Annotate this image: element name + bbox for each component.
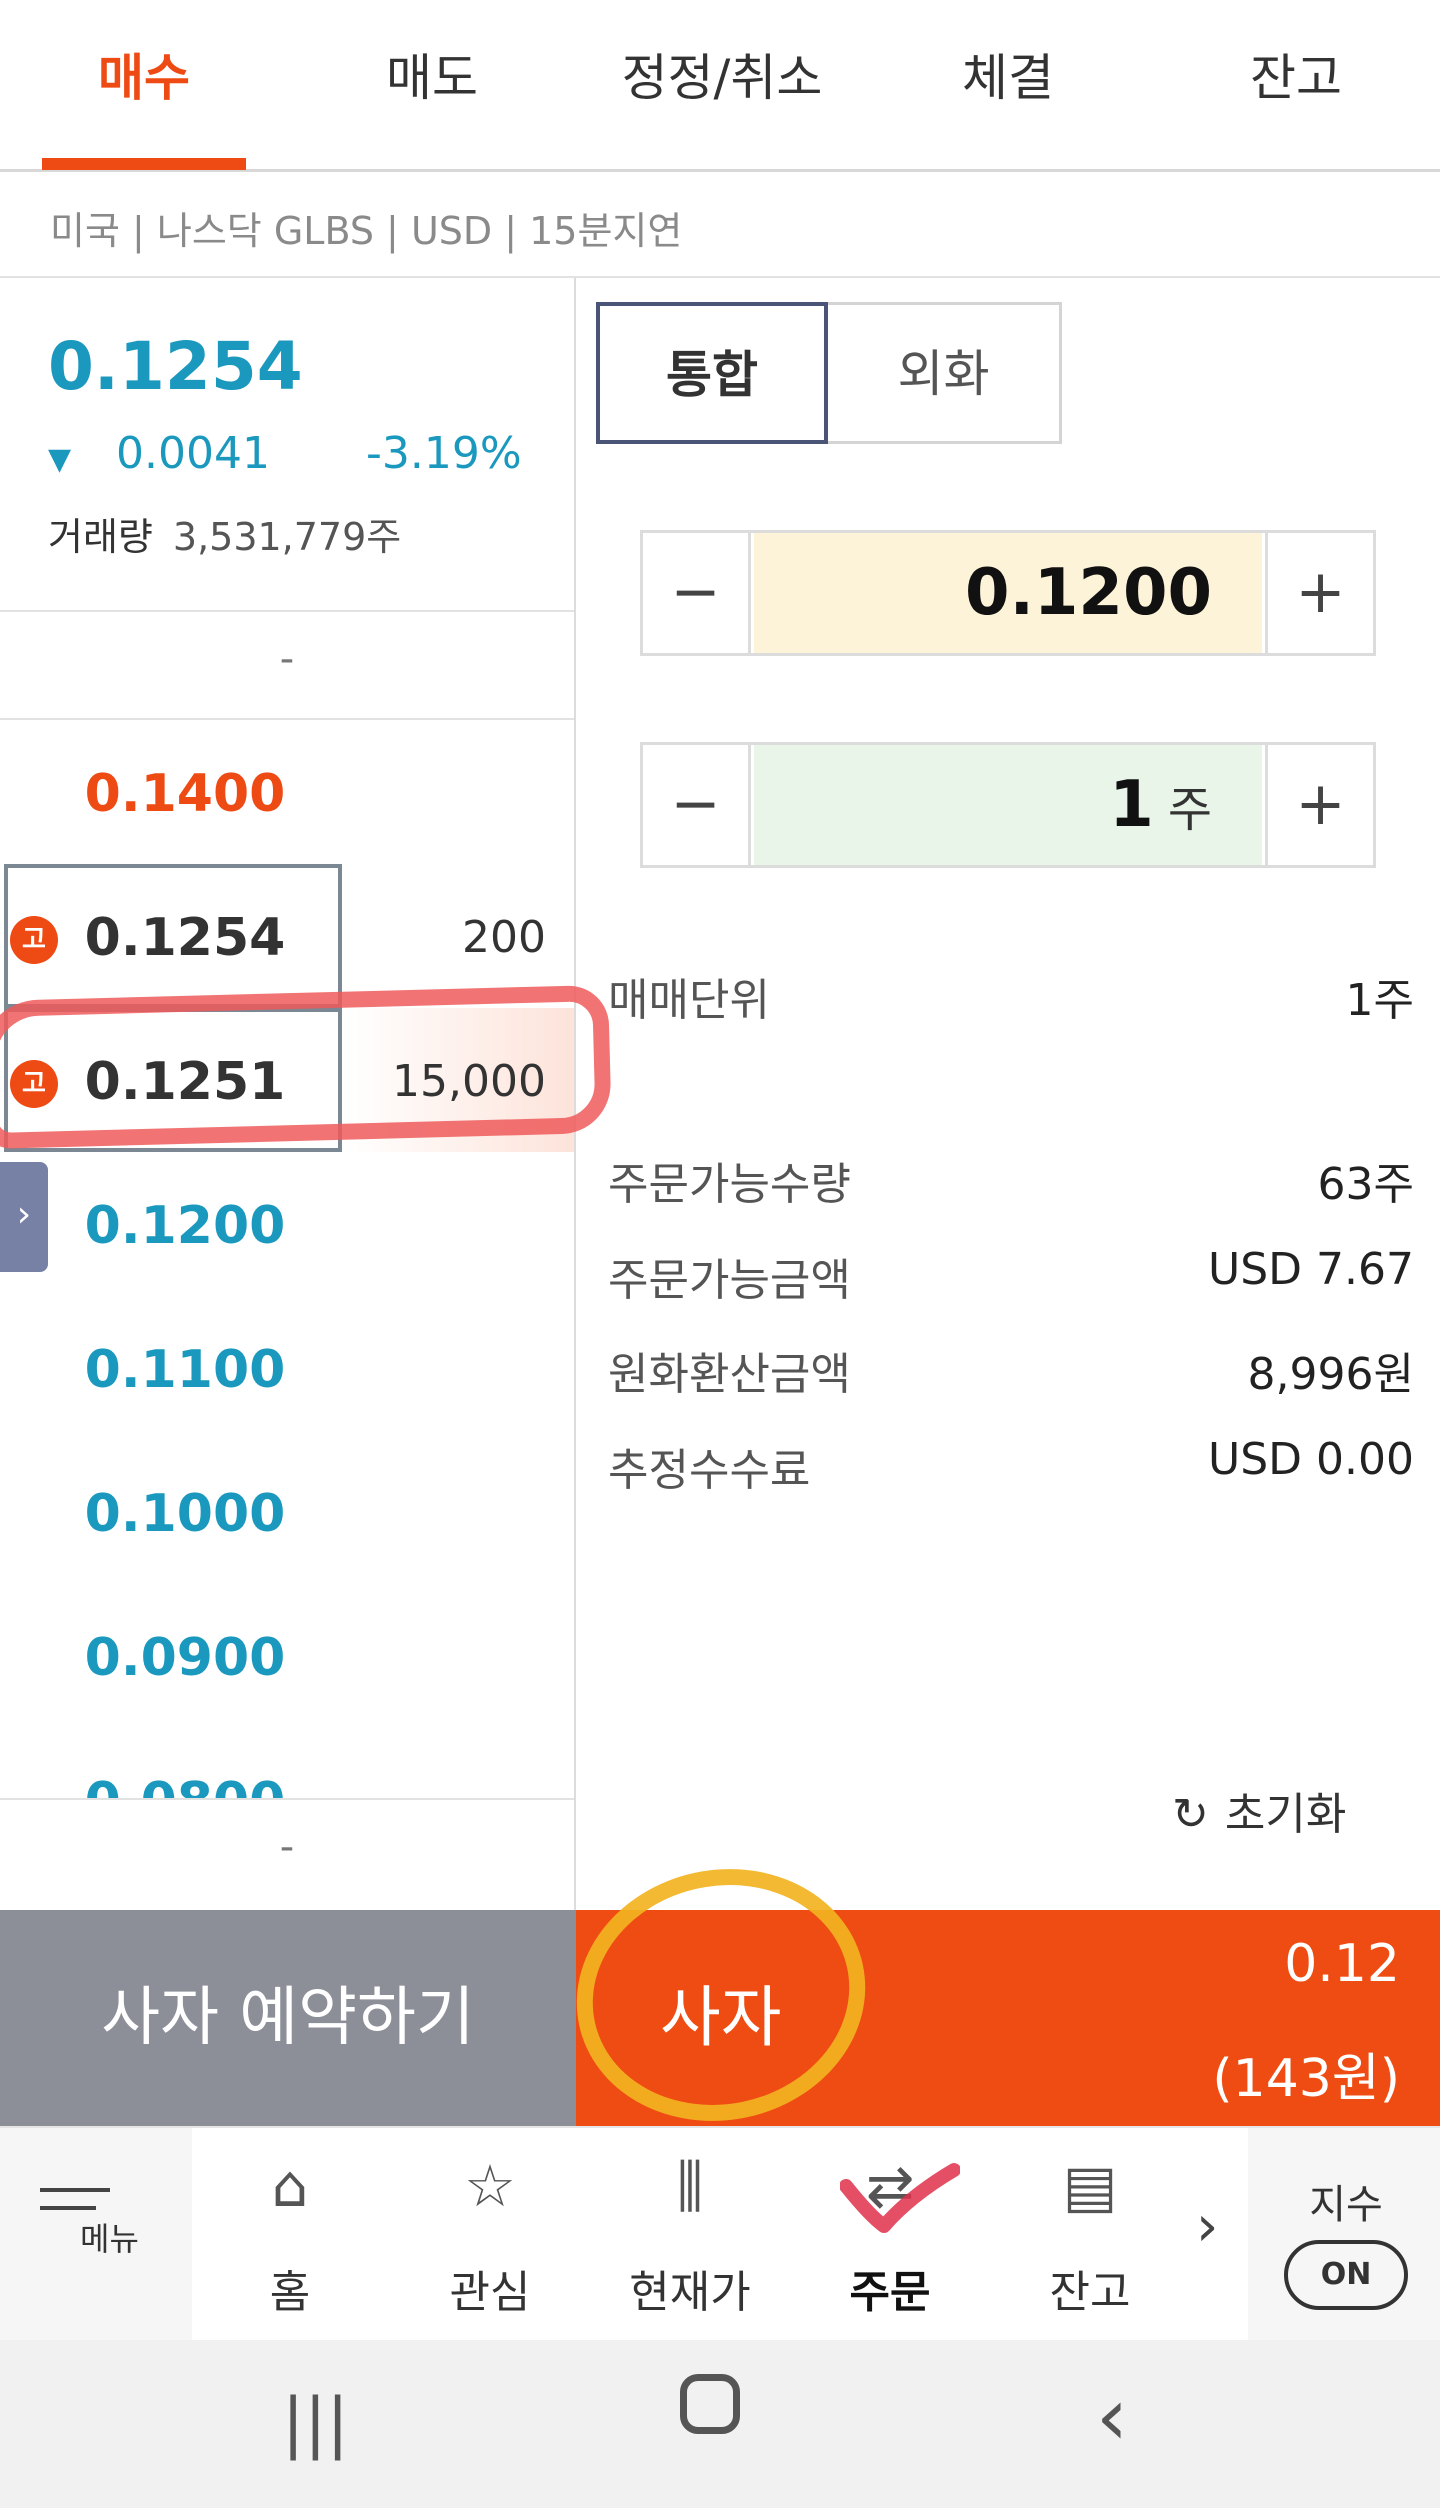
segment-foreign[interactable]: 외화	[828, 302, 1062, 444]
orderbook-row[interactable]: 고 0.1254 200	[0, 864, 574, 1008]
tab-buy[interactable]: 매수	[14, 38, 274, 110]
tab-modify-cancel[interactable]: 정정/취소	[590, 38, 854, 110]
orderable-amount-value: USD 7.67	[1208, 1244, 1414, 1295]
nav-quote-label: 현재가	[629, 2267, 751, 2318]
nav-balance-label: 잔고	[1049, 2267, 1131, 2318]
qty-unit: 주	[1167, 782, 1212, 838]
reserve-buy-button[interactable]: 사자 예약하기	[0, 1910, 576, 2126]
tab-balance[interactable]: 잔고	[1166, 38, 1426, 110]
orderbook-row[interactable]: 0.0900	[0, 1584, 574, 1728]
nav-balance[interactable]: ▤ 잔고	[990, 2128, 1190, 2342]
red-check-annotation	[840, 2163, 960, 2233]
star-icon: ☆	[464, 2152, 516, 2220]
red-highlight-annotation	[0, 984, 612, 1150]
reset-label: 초기화	[1224, 1789, 1347, 1840]
orderbook-price: 0.1200	[84, 1196, 286, 1256]
divider	[0, 1798, 574, 1800]
qty-value: 1	[1109, 768, 1154, 842]
orderbook-row[interactable]: 0.1000	[0, 1440, 574, 1584]
order-tabs: 매수 매도 정정/취소 체결 잔고	[0, 0, 1440, 172]
menu-label: 메뉴	[80, 2220, 139, 2258]
orderbook-row[interactable]: 0.1400	[0, 720, 574, 864]
buy-price: 0.12	[1284, 1934, 1400, 1994]
back-icon[interactable]: ‹	[1096, 2370, 1128, 2463]
volume-label: 거래량	[48, 515, 153, 559]
nav-home-label: 홈	[269, 2267, 311, 2318]
nav-order-label: 주문	[849, 2267, 931, 2318]
tab-executions[interactable]: 체결	[878, 38, 1138, 110]
index-toggle[interactable]: ON	[1284, 2240, 1408, 2310]
trade-unit-label: 매매단위	[608, 975, 770, 1026]
orderbook-price: 0.1400	[84, 764, 286, 824]
refresh-icon: ↻	[1172, 1789, 1209, 1840]
quantity-stepper: − 1주 +	[640, 742, 1376, 868]
fee-value: USD 0.00	[1208, 1434, 1414, 1485]
orderbook-row[interactable]: 0.1100	[0, 1296, 574, 1440]
price-change-percent: -3.19%	[366, 428, 522, 479]
candlestick-icon: ⫼	[676, 2152, 704, 2220]
current-price: 0.1254	[48, 328, 303, 405]
orderbook-price: 0.1254	[84, 908, 286, 968]
down-triangle-icon: ▼	[48, 442, 72, 477]
orderable-qty-label: 주문가능수량	[608, 1159, 851, 1210]
price-stepper: − 0.1200 +	[640, 530, 1376, 656]
orderable-amount-row: 주문가능금액 USD 7.67	[608, 1244, 1414, 1306]
orderbook-price: 0.0900	[84, 1628, 286, 1688]
nav-watchlist-label: 관심	[449, 2267, 531, 2318]
qty-input[interactable]: 1주	[754, 745, 1262, 865]
qty-plus-button[interactable]: +	[1265, 745, 1373, 865]
orderbook-row[interactable]: 0.1200	[0, 1152, 574, 1296]
nav-watchlist[interactable]: ☆ 관심	[390, 2128, 590, 2342]
tab-sell[interactable]: 매도	[302, 38, 562, 110]
menu-button[interactable]: 메뉴	[40, 2188, 150, 2260]
hamburger-icon	[40, 2188, 110, 2192]
active-tab-indicator	[42, 158, 246, 170]
orderbook-row[interactable]: 0.0800	[0, 1728, 574, 1798]
price-minus-button[interactable]: −	[643, 533, 751, 653]
krw-amount-row: 원화환산금액 8,996원	[608, 1338, 1414, 1400]
won-document-icon: ▤	[1062, 2152, 1118, 2220]
trade-unit-value: 1주	[1345, 975, 1414, 1026]
volume-value: 3,531,779주	[172, 515, 402, 559]
segment-integrated[interactable]: 통합	[596, 302, 828, 444]
qty-minus-button[interactable]: −	[643, 745, 751, 865]
recent-apps-icon[interactable]: |||	[282, 2384, 349, 2461]
buy-krw: (143원)	[1212, 2049, 1400, 2109]
expand-handle-icon[interactable]: ›	[0, 1162, 48, 1272]
divider	[0, 610, 574, 612]
price-change: 0.0041	[116, 428, 270, 479]
reset-button[interactable]: ↻ 초기화	[1172, 1778, 1346, 1842]
orderable-qty-row: 주문가능수량 63주	[608, 1148, 1414, 1210]
orderbook-price: 0.1000	[84, 1484, 286, 1544]
home-icon: ⌂	[271, 2152, 309, 2220]
fee-label: 추정수수료	[608, 1445, 811, 1496]
orderbook-price: 0.0800	[60, 1772, 310, 1798]
bottom-nav: 메뉴 ⌂ 홈 ☆ 관심 ⫼ 현재가 ⇄ 주문 ▤ 잔고 › 지수 ON	[0, 2126, 1440, 2342]
index-label: 지수	[1309, 2182, 1383, 2228]
price-input[interactable]: 0.1200	[754, 533, 1262, 653]
orderbook-qty: 200	[462, 912, 546, 963]
trade-unit-row: 매매단위 1주	[608, 964, 1414, 1026]
orderbook-price: 0.1100	[84, 1340, 286, 1400]
hamburger-icon-line	[40, 2206, 96, 2210]
orderable-amount-label: 주문가능금액	[608, 1255, 851, 1306]
chevron-right-icon[interactable]: ›	[1196, 2194, 1218, 2259]
volume: 거래량 3,531,779주	[48, 506, 401, 561]
krw-amount-label: 원화환산금액	[608, 1349, 851, 1400]
orderable-qty-value: 63주	[1317, 1159, 1414, 1210]
market-info: 미국 | 나스닥 GLBS | USD | 15분지연	[50, 209, 683, 253]
orderbook-top-dash: -	[279, 636, 295, 682]
nav-quote[interactable]: ⫼ 현재가	[590, 2128, 790, 2342]
krw-amount-value: 8,996원	[1247, 1349, 1414, 1400]
nav-home[interactable]: ⌂ 홈	[190, 2128, 390, 2342]
high-badge: 고	[10, 916, 58, 964]
orderbook-bottom-dash: -	[279, 1824, 295, 1870]
index-toggle-area: 지수 ON	[1252, 2128, 1440, 2342]
system-nav-bar: ||| ‹	[0, 2340, 1440, 2508]
fee-row: 추정수수료 USD 0.00	[608, 1434, 1414, 1496]
price-plus-button[interactable]: +	[1265, 533, 1373, 653]
home-button-icon[interactable]	[680, 2374, 740, 2434]
